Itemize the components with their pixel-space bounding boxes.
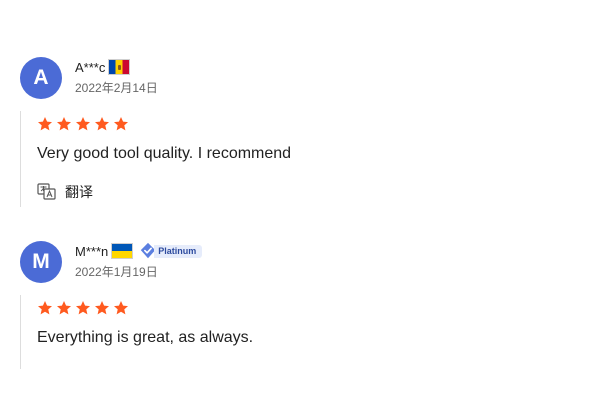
star-icon xyxy=(114,117,128,131)
review-header: M M***n Platinum 2022年1月19日 xyxy=(20,241,580,285)
translate-icon xyxy=(37,183,56,200)
moldova-flag-icon xyxy=(108,59,131,75)
star-icon xyxy=(38,117,52,131)
star-rating xyxy=(37,295,580,316)
star-icon xyxy=(57,301,71,315)
ukraine-flag-icon xyxy=(111,243,134,259)
star-icon xyxy=(38,301,52,315)
translate-label: 翻译 xyxy=(65,184,93,200)
review-item: M M***n Platinum 2022年1月19日 Everything i… xyxy=(20,241,580,369)
review-header: A A***c 2022年2月14日 xyxy=(20,57,580,101)
review-body: Everything is great, as always. xyxy=(20,295,580,369)
username: M***n xyxy=(75,243,109,259)
star-icon xyxy=(114,301,128,315)
review-date: 2022年2月14日 xyxy=(75,81,158,95)
star-icon xyxy=(76,301,90,315)
review-text: Very good tool quality. I recommend xyxy=(37,145,292,162)
star-icon xyxy=(95,301,109,315)
badge-label: Platinum xyxy=(154,244,203,258)
reviews-list: A A***c 2022年2月14日 Very good tool qualit… xyxy=(0,0,600,400)
username: A***c xyxy=(75,59,106,75)
star-icon xyxy=(95,117,109,131)
avatar: A xyxy=(20,57,62,99)
user-line: M***n Platinum xyxy=(75,242,203,260)
star-icon xyxy=(76,117,90,131)
review-text: Everything is great, as always. xyxy=(37,329,254,346)
review-item: A A***c 2022年2月14日 Very good tool qualit… xyxy=(20,57,580,207)
review-body: Very good tool quality. I recommend 翻译 xyxy=(20,111,580,207)
platinum-badge: Platinum xyxy=(139,242,203,259)
avatar: M xyxy=(20,241,62,283)
review-date: 2022年1月19日 xyxy=(75,265,158,279)
user-line: A***c xyxy=(75,58,131,76)
translate-button[interactable]: 翻译 xyxy=(37,182,580,202)
star-rating xyxy=(37,111,580,132)
star-icon xyxy=(57,117,71,131)
